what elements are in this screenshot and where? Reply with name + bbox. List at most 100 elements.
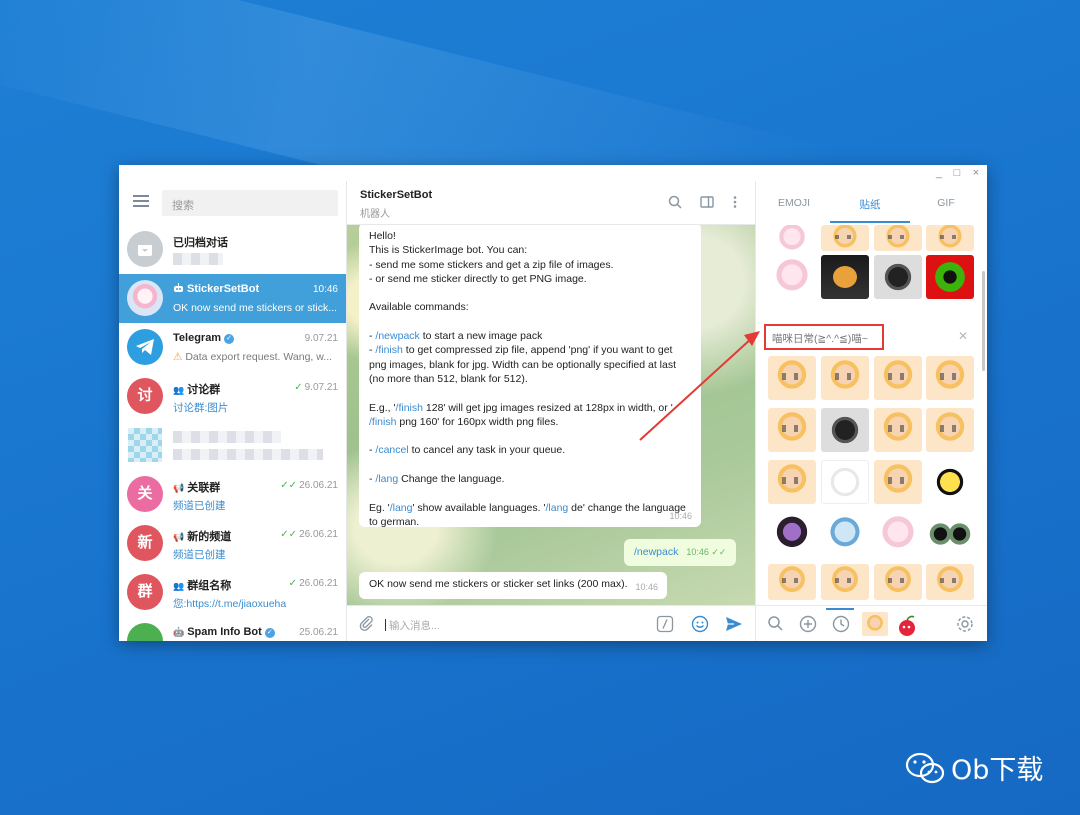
search-icon[interactable] [766,615,784,633]
maximize-button[interactable]: □ [949,166,965,180]
sticker[interactable] [821,225,869,251]
chat-title[interactable]: StickerSetBot [360,189,432,201]
message-line: - /lang Change the language. [369,473,505,486]
sticker[interactable] [768,512,816,556]
group-icon: 👥 [173,581,185,591]
add-sticker-icon[interactable] [799,615,817,633]
search-input[interactable]: 搜索 [162,190,338,216]
sticker-pack-thumbnail[interactable] [862,612,888,636]
avatar [127,623,163,641]
sticker[interactable] [874,460,922,504]
outgoing-text: /newpack [634,546,679,558]
sticker[interactable] [874,408,922,452]
hamburger-menu-icon[interactable] [133,195,149,207]
sticker[interactable] [926,460,974,504]
chat-item-archived[interactable]: 已归档对话 [119,225,346,274]
chat-item-telegram[interactable]: Telegram ✓ 9.07.21 ⚠ Data export request.… [119,323,346,372]
blurred-preview [173,449,323,460]
double-check-icon: ✓✓ [280,480,298,491]
tab-emoji[interactable]: EMOJI [764,197,824,209]
close-pack-icon[interactable]: ✕ [958,329,968,343]
sticker[interactable] [926,255,974,299]
sticker-panel: EMOJI 贴纸 GIF 喵咪日常(≧^.^≦)喵~ ✕ [755,181,987,641]
message-line: This is StickerImage bot. You can: [369,244,528,257]
chat-time: ✓ 9.07.21 [294,382,338,393]
sticker[interactable] [821,564,869,600]
minimize-button[interactable]: _ [931,166,947,180]
read-check-icon: ✓ [294,382,303,393]
archive-icon [127,231,163,267]
sticker[interactable] [821,356,869,400]
avatar: 关 [127,476,163,512]
bot-command-icon[interactable] [656,615,674,633]
message-line: to german. [369,515,420,528]
chat-item-new-channel[interactable]: 新 📢 新的频道 ✓✓ 26.06.21 频道已创建 [119,519,346,568]
sticker[interactable] [768,564,816,600]
chat-item-stickersetbot[interactable]: StickerSetBot 10:46 OK now send me stick… [119,274,346,323]
settings-gear-icon[interactable] [956,615,974,633]
outgoing-time: 10:46 ✓✓ [686,547,727,557]
channel-icon: 📢 [173,483,185,493]
bot-icon: 🤖 [173,627,185,637]
sticker[interactable] [821,255,869,299]
search-icon[interactable] [667,195,683,211]
message-composer: 输入消息... [347,605,755,641]
sticker[interactable] [768,460,816,504]
avatar: 群 [127,574,163,610]
attach-icon[interactable] [357,615,375,633]
sticker[interactable] [874,564,922,600]
sticker[interactable] [874,225,922,251]
close-button[interactable]: × [968,166,984,180]
chat-time: 25.06.21 [299,627,338,638]
chat-item-spam-info-bot[interactable]: 🤖 Spam Info Bot ✓ 25.06.21 [119,617,346,641]
sticker[interactable] [821,460,869,504]
sticker[interactable] [926,564,974,600]
sticker[interactable] [926,225,974,251]
reply-message[interactable]: OK now send me stickers or sticker set l… [359,572,667,599]
message-line [369,429,691,443]
send-icon[interactable] [725,615,743,633]
sidebar-toggle-icon[interactable] [699,195,715,211]
tab-stickers[interactable]: 贴纸 [840,197,900,212]
chat-item-group-name[interactable]: 群 👥 群组名称 ✓ 26.06.21 您:https://t.me/jiaoxue… [119,568,346,617]
message-line [369,458,691,472]
chat-name: Telegram ✓ [173,332,235,344]
emoji-icon[interactable] [691,615,709,633]
chat-item-blurred[interactable] [119,421,346,470]
more-options-icon[interactable] [727,195,743,211]
chat-item-linked-group[interactable]: 关 📢 关联群 ✓✓ 26.06.21 频道已创建 [119,470,346,519]
message-line: - /finish to get compressed zip file, ap… [369,344,673,357]
sticker[interactable] [926,356,974,400]
chat-item-discussion-group[interactable]: 讨 👥 讨论群 ✓ 9.07.21 讨论群:图片 [119,372,346,421]
message-line: - send me some stickers and get a zip fi… [369,258,614,271]
scrollbar[interactable] [982,271,985,371]
sticker[interactable] [768,408,816,452]
chat-preview: 频道已创建 [173,549,226,561]
message-line [369,486,691,500]
sticker[interactable] [926,408,974,452]
conversation-pane: StickerSetBot 机器人 Hello! This is StickerI… [347,181,755,641]
reply-time: 10:46 [635,581,658,592]
chat-preview: 频道已创建 [173,500,226,512]
sticker[interactable] [768,356,816,400]
sticker[interactable] [821,512,869,556]
double-check-icon: ✓✓ [280,529,298,540]
message-input[interactable]: 输入消息... [385,618,440,633]
sticker[interactable] [874,255,922,299]
sticker[interactable] [821,408,869,452]
sticker[interactable] [768,255,816,299]
sticker[interactable] [926,512,974,556]
sticker[interactable] [874,356,922,400]
chat-preview: ⚠ Data export request. Wang, w... [173,351,333,363]
sticker[interactable] [768,225,816,251]
cherry-pack-icon[interactable] [896,615,915,636]
message-line: png images, blank for jpg. Width can be … [369,358,677,371]
tab-gif[interactable]: GIF [916,197,976,209]
message-line: - /cancel to cancel any task in your que… [369,444,566,457]
sticker[interactable] [874,512,922,556]
sticker-pack-title[interactable]: 喵咪日常(≧^.^≦)喵~ [764,324,884,350]
incoming-message[interactable]: Hello! This is StickerImage bot. You can:… [359,223,701,528]
outgoing-message[interactable]: /newpack 10:46 ✓✓ [624,539,737,566]
recent-clock-icon[interactable] [832,615,850,633]
chat-time: ✓ 26.06.21 [288,578,338,589]
